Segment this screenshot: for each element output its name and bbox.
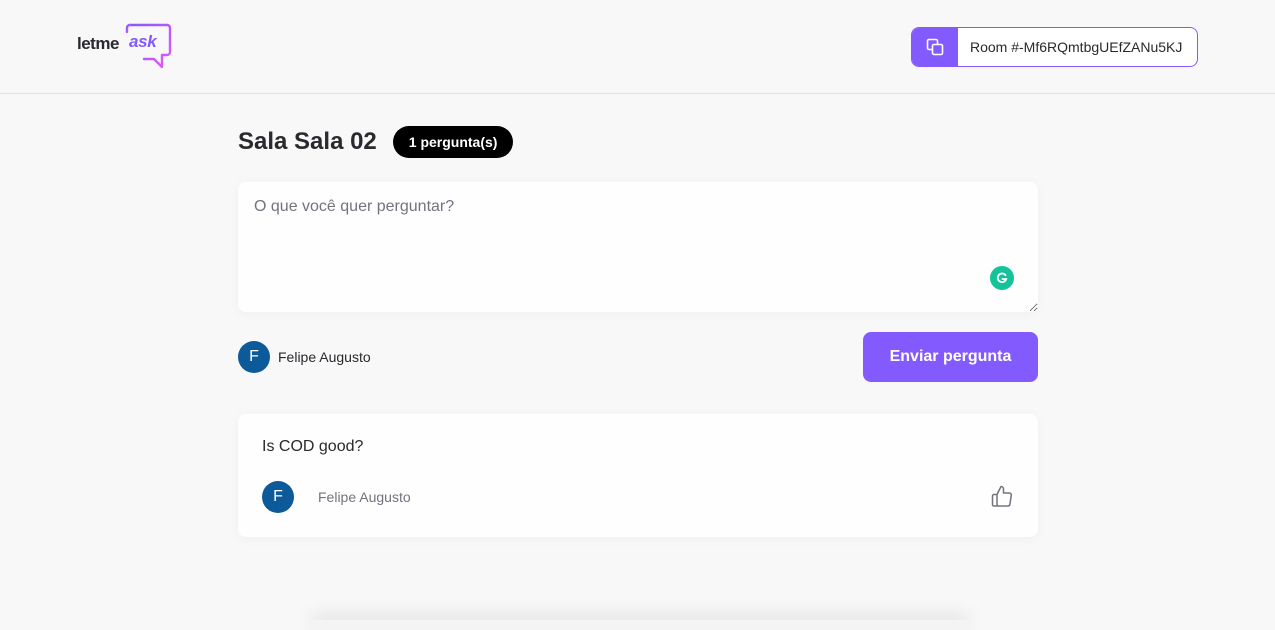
current-user-info: F Felipe Augusto (238, 341, 371, 373)
page-header: letme ask Room #-Mf6RQmtbgUEfZANu5KJ (0, 0, 1275, 94)
avatar: F (262, 481, 294, 513)
form-footer: F Felipe Augusto Enviar pergunta (238, 332, 1038, 382)
current-user-name: Felipe Augusto (278, 349, 371, 365)
question-count-badge: 1 pergunta(s) (392, 126, 514, 158)
question-textarea[interactable] (238, 182, 1038, 312)
question-card: Is COD good? F Felipe Augusto (238, 414, 1038, 537)
like-button[interactable] (988, 482, 1016, 510)
copy-icon-box[interactable] (912, 28, 958, 66)
copy-icon (926, 38, 944, 56)
letmeask-logo[interactable]: letme ask (77, 23, 177, 71)
grammarly-g-icon (996, 272, 1008, 283)
logo-text-letme: letme (77, 34, 119, 53)
question-author: F Felipe Augusto (262, 481, 411, 513)
thumbs-up-icon (991, 485, 1013, 507)
question-author-name: Felipe Augusto (318, 489, 411, 505)
avatar: F (238, 341, 270, 373)
room-code-text: Room #-Mf6RQmtbgUEfZANu5KJ (970, 39, 1183, 55)
room-title-row: Sala Sala 02 1 pergunta(s) (238, 126, 514, 158)
send-question-button[interactable]: Enviar pergunta (863, 332, 1038, 382)
question-content: Is COD good? (262, 438, 364, 455)
room-code-button[interactable]: Room #-Mf6RQmtbgUEfZANu5KJ (911, 27, 1198, 67)
bottom-shadow-panel (310, 620, 970, 630)
question-form-box (238, 182, 1038, 312)
grammarly-icon[interactable] (990, 266, 1014, 290)
logo-text-ask: ask (129, 32, 157, 51)
room-title: Sala Sala 02 (238, 128, 377, 155)
